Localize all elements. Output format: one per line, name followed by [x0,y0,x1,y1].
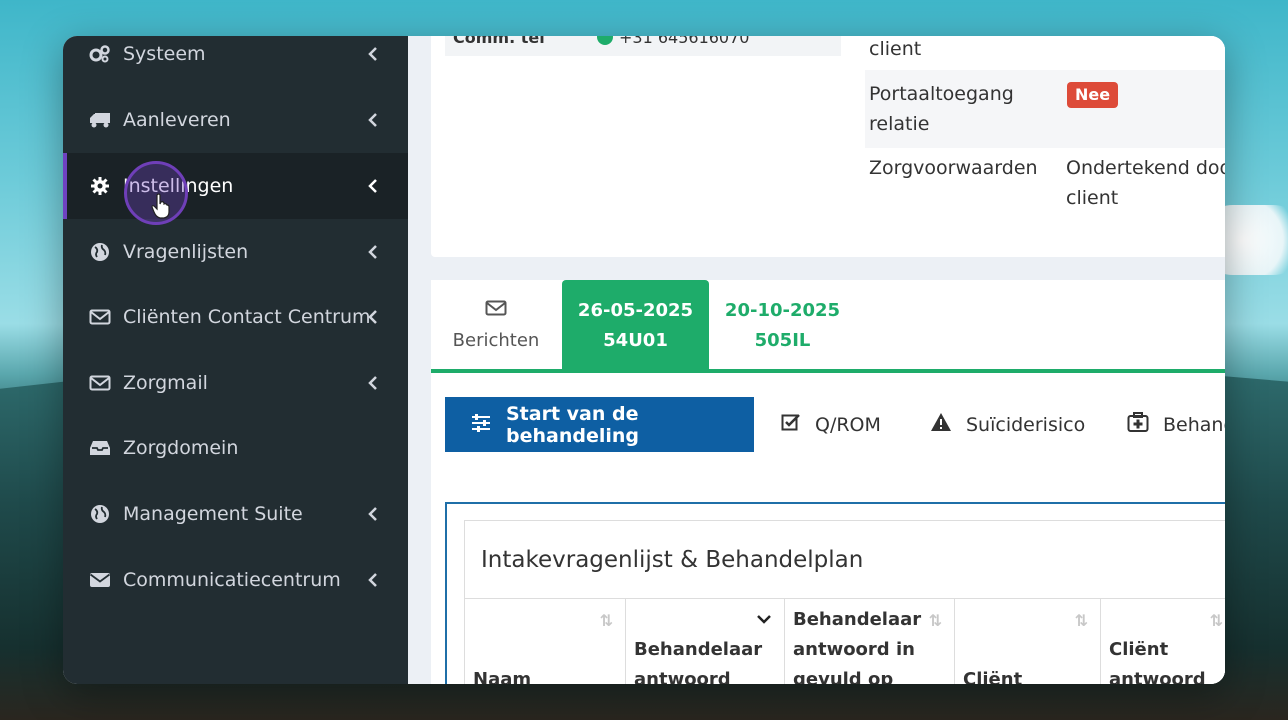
sidebar-item-label: Aanleveren [123,109,231,131]
tab-suiciderisico[interactable]: Suïciderisico [930,397,1085,452]
tab-label: Suïciderisico [966,413,1086,436]
sliders-icon [471,414,491,437]
app-window: Systeem Aanleveren Instellingen Vragenli… [63,36,1225,684]
sidebar-item-zorgdomein[interactable]: Zorgdomein [63,415,408,481]
status-badge: Nee [1067,82,1119,108]
contact-label: Comm. tel [453,36,545,47]
chevron-left-icon [367,44,379,64]
chevron-left-icon [367,307,379,327]
chevron-left-icon [367,242,379,262]
globe-icon [89,503,111,525]
tab-label: Behandeling [1163,413,1225,436]
care-conditions-value-line1: Ondertekend door [1066,157,1225,179]
questionnaire-title: Intakevragenlijst & Behandelplan [481,547,864,573]
sort-icon[interactable]: ⇅ [1075,611,1088,630]
sidebar-item-communicatiecentrum[interactable]: Communicatiecentrum [63,547,408,613]
column-label: Behandelaar [634,639,763,660]
envelope-filled-icon [89,569,111,591]
sort-icon[interactable]: ⇅ [929,611,942,630]
warning-icon [930,412,952,437]
sidebar-item-label: Cliënten Contact Centrum [123,306,371,328]
sidebar-item-label: Vragenlijsten [123,241,249,263]
column-header-client[interactable]: Cliënt ⇅ [955,599,1101,684]
treatment-card: Berichten 26-05-2025 54U01 20-10-2025 50… [431,280,1225,684]
sidebar-item-clienten-contact-centrum[interactable]: Cliënten Contact Centrum [63,284,408,350]
column-label: Cliënt [1109,639,1169,660]
tabs-underline [431,369,1225,373]
chevron-left-icon [367,373,379,393]
tab-date: 26-05-2025 [577,300,694,321]
tab-label: Q/ROM [815,413,881,436]
sort-icon[interactable]: ⇅ [600,611,613,630]
check-circle-icon [597,36,613,45]
sidebar-item-systeem[interactable]: Systeem [63,36,408,87]
portal-access-label-line2: relatie [869,113,930,135]
questionnaire-panel: Intakevragenlijst & Behandelplan Naam ⇅ … [445,502,1225,684]
chevron-left-icon [367,110,379,130]
chevron-down-icon[interactable] [756,609,772,628]
tab-code: 54U01 [603,330,668,351]
care-conditions-value-line2: client [1066,187,1119,209]
globe-icon [89,241,111,263]
truck-icon [89,109,111,131]
care-conditions-row: Zorgvoorwaarden Ondertekend door client [865,148,1225,226]
sidebar-item-zorgmail[interactable]: Zorgmail [63,350,408,416]
contact-value: +31 645616070 [619,36,750,47]
sidebar-item-label: Zorgmail [123,372,208,394]
envelope-icon [431,300,561,321]
row-value: client [869,38,922,60]
envelope-icon [89,306,111,328]
tab-qrom[interactable]: Q/ROM [781,397,881,452]
gears-icon [89,43,111,65]
contact-phone-row: Comm. tel +31 645616070 [445,36,841,56]
gear-icon [89,175,111,197]
sidebar-item-vragenlijsten[interactable]: Vragenlijsten [63,219,408,285]
column-label: Behandelaar [793,609,922,630]
checkbox-icon [781,413,801,436]
chevron-left-icon [367,570,379,590]
tab-date: 20-10-2025 [724,300,841,321]
envelope-icon [89,372,111,394]
tab-behandeling[interactable]: Behandeling [1127,397,1225,452]
column-label: gevuld op [793,669,894,684]
column-header-naam[interactable]: Naam ⇅ [465,599,626,684]
column-label: Cliënt [963,669,1023,684]
main-content: Comm. tel +31 645616070 client Portaalto… [408,36,1225,684]
column-header-behandelaar-antwoord[interactable]: Behandelaar antwoord [626,599,785,684]
tab-code: 505IL [754,330,811,351]
questionnaire-table-header: Naam ⇅ Behandelaar antwoord Behandelaar [465,598,1225,684]
client-details-card: Comm. tel +31 645616070 client Portaalto… [431,36,1225,257]
sidebar: Systeem Aanleveren Instellingen Vragenli… [63,36,412,684]
inbox-icon [89,437,111,459]
tab-treatment-active[interactable]: 26-05-2025 54U01 [562,280,709,369]
questionnaire-card: Intakevragenlijst & Behandelplan Naam ⇅ … [464,520,1225,684]
column-label: Naam [473,669,532,684]
tab-treatment-second[interactable]: 20-10-2025 505IL [709,280,856,369]
column-label: antwoord in [793,639,915,660]
chevron-left-icon [367,176,379,196]
sidebar-item-label: Communicatiecentrum [123,569,341,591]
sidebar-item-aanleveren[interactable]: Aanleveren [63,87,408,153]
care-conditions-label: Zorgvoorwaarden [869,157,1038,179]
tab-label: Berichten [452,330,540,351]
sidebar-item-label: Management Suite [123,503,303,525]
hand-cursor-icon [151,193,170,219]
sidebar-item-label: Zorgdomein [123,437,239,459]
start-treatment-button[interactable]: Start van de behandeling [445,397,754,452]
column-header-client-antwoord[interactable]: Cliënt antwoord ⇅ [1101,599,1225,684]
sort-icon[interactable]: ⇅ [1210,611,1223,630]
tab-berichten[interactable]: Berichten [431,280,561,369]
sidebar-item-label: Systeem [123,43,206,65]
medkit-icon [1127,412,1149,437]
portal-access-row: Portaaltoegang relatie Nee [865,70,1225,148]
column-label: antwoord [1109,669,1206,684]
column-label: antwoord [634,669,731,684]
sidebar-item-instellingen[interactable]: Instellingen [63,153,412,219]
client-info-row: client [865,36,1225,70]
chevron-left-icon [367,504,379,524]
column-header-behandelaar-ingevuld-op[interactable]: Behandelaar antwoord in gevuld op ⇅ [785,599,955,684]
sidebar-item-management-suite[interactable]: Management Suite [63,481,408,547]
portal-access-label-line1: Portaaltoegang [869,83,1014,105]
start-treatment-label: Start van de behandeling [506,402,639,447]
